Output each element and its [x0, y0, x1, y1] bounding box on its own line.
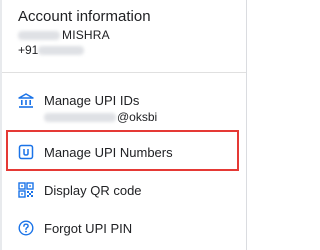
upi-id-suffix: @oksbi: [117, 110, 158, 124]
highlight-box: [6, 130, 239, 171]
scroll-edge: [246, 0, 247, 250]
redacted-first-name: [18, 31, 60, 40]
display-qr-code-label: Display QR code: [44, 183, 142, 198]
bank-icon: [18, 93, 34, 108]
account-phone-prefix: +91: [18, 43, 39, 57]
forgot-upi-pin-item[interactable]: Forgot UPI PIN: [2, 212, 246, 246]
account-info-section: Account information MISHRA +91: [18, 8, 246, 57]
redacted-upi-handle: [44, 113, 116, 123]
manage-upi-ids-label: Manage UPI IDs: [44, 93, 140, 108]
account-info-title: Account information: [18, 8, 151, 25]
forgot-upi-pin-label: Forgot UPI PIN: [44, 221, 133, 236]
help-circle-icon: [18, 220, 34, 236]
manage-upi-ids-item[interactable]: Manage UPI IDs @oksbi: [2, 90, 246, 130]
account-name-row: MISHRA: [18, 28, 246, 42]
display-qr-code-item[interactable]: Display QR code: [2, 174, 246, 208]
section-divider: [2, 72, 246, 73]
upi-id-value: @oksbi: [44, 110, 157, 124]
redacted-phone-number: [38, 46, 84, 55]
account-phone-row: +91: [18, 43, 246, 57]
account-name: MISHRA: [62, 28, 110, 42]
qr-code-icon: [18, 182, 34, 198]
